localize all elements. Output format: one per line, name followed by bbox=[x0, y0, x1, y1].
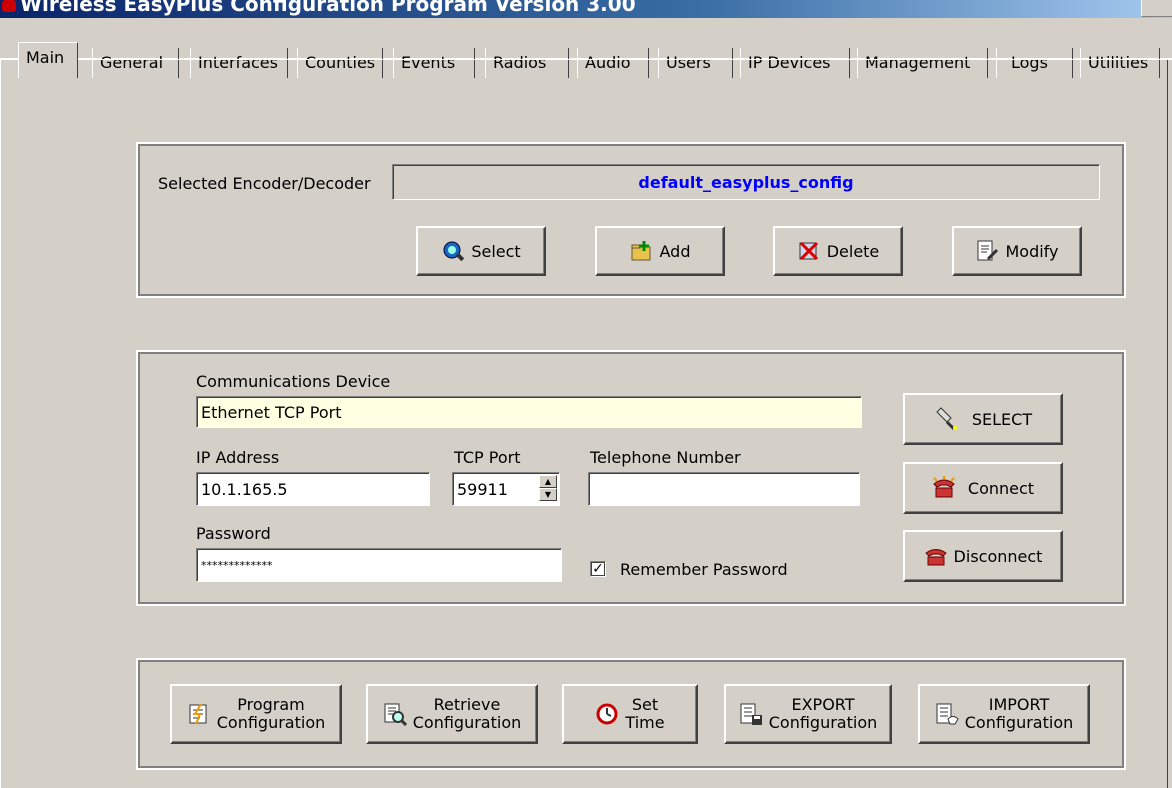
comm-device-label: Communications Device bbox=[196, 372, 391, 391]
tcp-port-label: TCP Port bbox=[454, 448, 521, 467]
password-input[interactable] bbox=[197, 549, 561, 581]
tab-main[interactable]: Main bbox=[18, 42, 78, 78]
comm-device-input[interactable] bbox=[197, 397, 861, 427]
clock-icon bbox=[596, 703, 618, 725]
program-configuration-button[interactable]: Program Configuration bbox=[170, 684, 342, 744]
app-icon bbox=[2, 0, 16, 12]
tcp-port-input[interactable] bbox=[453, 473, 533, 505]
select-encoder-button[interactable]: Select bbox=[416, 226, 546, 276]
spin-up-icon[interactable]: ▲ bbox=[539, 475, 557, 488]
import-icon bbox=[936, 703, 959, 725]
retrieve-configuration-button[interactable]: Retrieve Configuration bbox=[366, 684, 538, 744]
window-title: Wireless EasyPlus Configuration Program … bbox=[20, 0, 636, 16]
add-encoder-button[interactable]: Add bbox=[595, 226, 725, 276]
phone-connect-icon bbox=[933, 476, 955, 498]
tab-strip: Main General Interfaces Counties Events … bbox=[0, 18, 1172, 78]
ip-address-label: IP Address bbox=[196, 448, 280, 467]
import-configuration-button[interactable]: IMPORT Configuration bbox=[918, 684, 1090, 744]
disconnect-button[interactable]: Disconnect bbox=[903, 530, 1063, 582]
encoder-value: default_easyplus_config bbox=[638, 172, 854, 192]
modify-document-icon bbox=[977, 240, 999, 261]
telephone-field[interactable] bbox=[588, 472, 860, 506]
phone-icon bbox=[924, 549, 947, 566]
ip-address-field[interactable] bbox=[196, 472, 430, 506]
encoder-value-display: default_easyplus_config bbox=[392, 164, 1100, 200]
remember-password-label: Remember Password bbox=[620, 560, 788, 579]
select-device-button[interactable]: SELECT bbox=[903, 393, 1063, 445]
password-field[interactable] bbox=[196, 548, 562, 582]
title-bar: Wireless EasyPlus Configuration Program … bbox=[0, 0, 1172, 18]
encoder-label: Selected Encoder/Decoder bbox=[158, 174, 371, 193]
telephone-label: Telephone Number bbox=[590, 448, 741, 467]
window-control-button[interactable] bbox=[1141, 0, 1172, 17]
delete-icon bbox=[799, 241, 818, 261]
delete-encoder-button[interactable]: Delete bbox=[773, 226, 903, 276]
tcp-port-spinner[interactable]: ▲ ▼ bbox=[539, 475, 557, 501]
spin-down-icon[interactable]: ▼ bbox=[539, 488, 557, 501]
flashlight-icon bbox=[936, 407, 957, 431]
tcp-port-stepper[interactable]: ▲ ▼ bbox=[452, 472, 560, 506]
magnifier-icon bbox=[443, 241, 465, 262]
modify-encoder-button[interactable]: Modify bbox=[952, 226, 1082, 276]
password-label: Password bbox=[196, 524, 271, 543]
remember-password-checkbox[interactable]: ✓ bbox=[590, 561, 606, 577]
program-icon bbox=[189, 703, 207, 725]
add-folder-icon bbox=[631, 241, 650, 261]
comm-device-field[interactable] bbox=[196, 396, 862, 428]
document-search-icon bbox=[384, 703, 407, 726]
export-icon bbox=[740, 703, 762, 725]
connect-button[interactable]: Connect bbox=[903, 462, 1063, 514]
set-time-button[interactable]: Set Time bbox=[562, 684, 698, 744]
telephone-input[interactable] bbox=[589, 473, 859, 505]
ip-address-input[interactable] bbox=[197, 473, 429, 505]
export-configuration-button[interactable]: EXPORT Configuration bbox=[724, 684, 892, 744]
